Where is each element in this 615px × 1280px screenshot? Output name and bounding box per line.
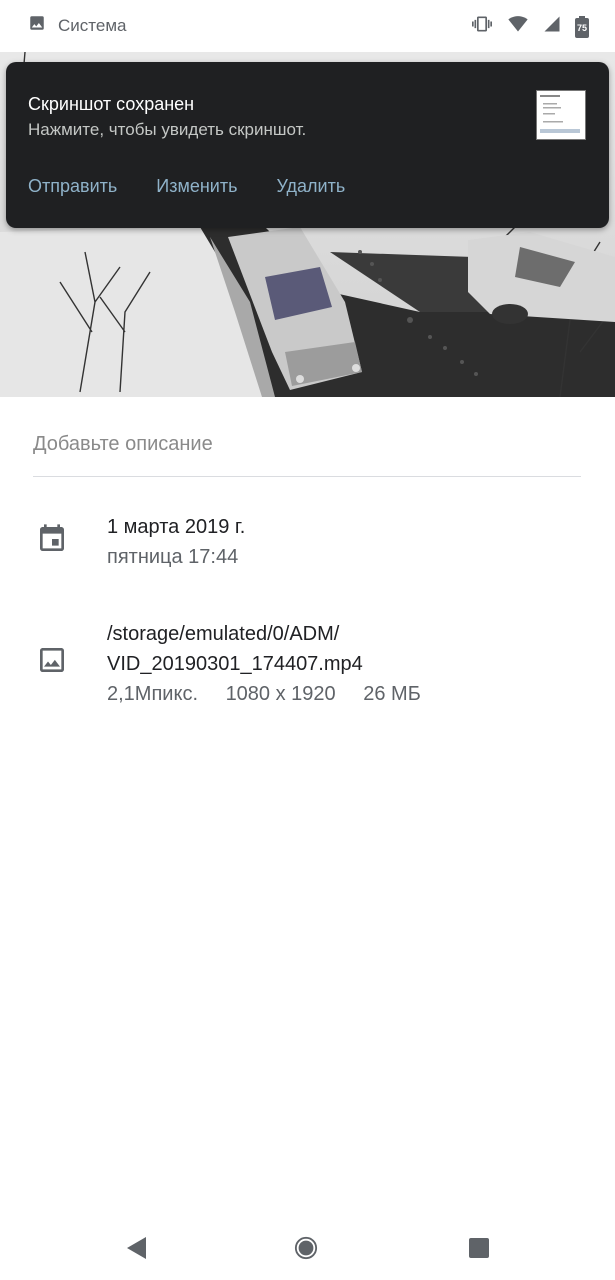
signal-icon	[543, 15, 561, 38]
notification-actions: Отправить Изменить Удалить	[28, 176, 384, 197]
date-details: 1 марта 2019 г. пятница 17:44	[107, 512, 245, 572]
screenshot-notification[interactable]: Скриншот сохранен Нажмите, чтобы увидеть…	[6, 62, 609, 228]
notification-title: Скриншот сохранен	[28, 94, 195, 114]
edit-button[interactable]: Изменить	[156, 176, 237, 197]
file-details: /storage/emulated/0/ADM/ VID_20190301_17…	[107, 619, 443, 709]
file-size: 26 МБ	[363, 683, 421, 705]
delete-button[interactable]: Удалить	[276, 176, 345, 197]
date-secondary: пятница 17:44	[107, 546, 239, 568]
status-bar-right: 75	[457, 14, 589, 39]
navigation-bar	[0, 1216, 615, 1280]
date-primary: 1 марта 2019 г.	[107, 516, 246, 538]
file-meta: 2,1Мпикс. 1080 x 1920 26 МБ	[107, 679, 443, 709]
notification-app-label: Система	[58, 15, 127, 35]
notification-text: Нажмите, чтобы увидеть скриншот.	[28, 120, 307, 139]
vibrate-icon	[471, 14, 493, 39]
back-icon[interactable]	[124, 1236, 148, 1260]
file-resolution: 1080 x 1920	[225, 683, 336, 705]
share-button[interactable]: Отправить	[28, 176, 117, 197]
description-field[interactable]: Добавьте описание	[33, 433, 581, 456]
status-bar: Система 75	[0, 0, 615, 52]
wifi-icon	[507, 14, 529, 39]
image-icon	[36, 644, 68, 681]
calendar-icon	[36, 522, 68, 561]
image-icon	[28, 14, 46, 37]
description-divider	[33, 476, 581, 477]
battery-icon: 75	[575, 15, 589, 38]
status-bar-left: Система	[28, 14, 126, 37]
home-icon[interactable]	[294, 1236, 318, 1260]
recents-icon[interactable]	[467, 1236, 491, 1260]
screenshot-thumbnail[interactable]	[536, 90, 586, 140]
battery-level: 75	[575, 17, 589, 38]
file-path-line1: /storage/emulated/0/ADM/	[107, 623, 340, 645]
file-megapixels: 2,1Мпикс.	[107, 683, 198, 705]
file-path-line2: VID_20190301_174407.mp4	[107, 653, 363, 675]
description-placeholder: Добавьте описание	[33, 433, 213, 455]
